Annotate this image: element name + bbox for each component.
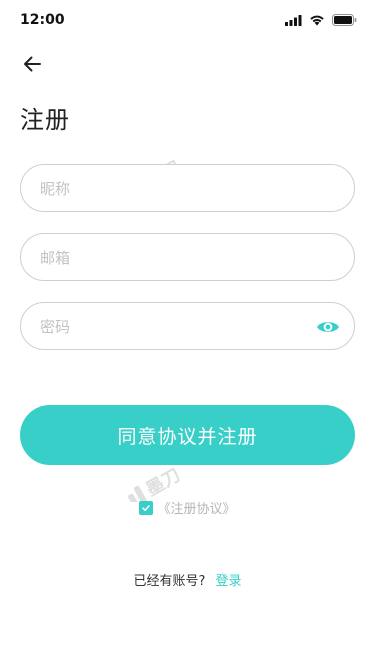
login-question: 已经有账号? xyxy=(133,574,206,589)
wifi-icon xyxy=(310,15,324,26)
battery-icon xyxy=(332,14,357,26)
checkmark-icon xyxy=(142,504,151,511)
register-button[interactable]: 同意协议并注册 xyxy=(20,405,355,465)
eye-icon xyxy=(317,322,339,332)
status-bar: 12:00 xyxy=(0,0,375,44)
nickname-input[interactable] xyxy=(38,165,302,213)
show-password-toggle[interactable] xyxy=(316,316,340,338)
password-field[interactable] xyxy=(20,302,355,351)
status-icons xyxy=(285,14,357,26)
email-field[interactable] xyxy=(20,233,355,282)
agreement-row: 《注册协议》 xyxy=(0,498,375,517)
password-input[interactable] xyxy=(38,303,302,351)
email-input[interactable] xyxy=(38,234,302,282)
agreement-link[interactable]: 《注册协议》 xyxy=(157,498,235,517)
login-row: 已经有账号? 登录 xyxy=(0,570,375,589)
page-title: 注册 xyxy=(20,106,70,134)
login-link[interactable]: 登录 xyxy=(215,570,241,589)
svg-text:墨刀: 墨刀 xyxy=(143,465,185,501)
status-time: 12:00 xyxy=(20,12,65,28)
back-button[interactable] xyxy=(18,50,46,78)
signal-icon xyxy=(285,14,302,26)
arrow-left-icon xyxy=(24,56,41,72)
agree-checkbox[interactable] xyxy=(139,500,154,515)
nickname-field[interactable] xyxy=(20,164,355,213)
